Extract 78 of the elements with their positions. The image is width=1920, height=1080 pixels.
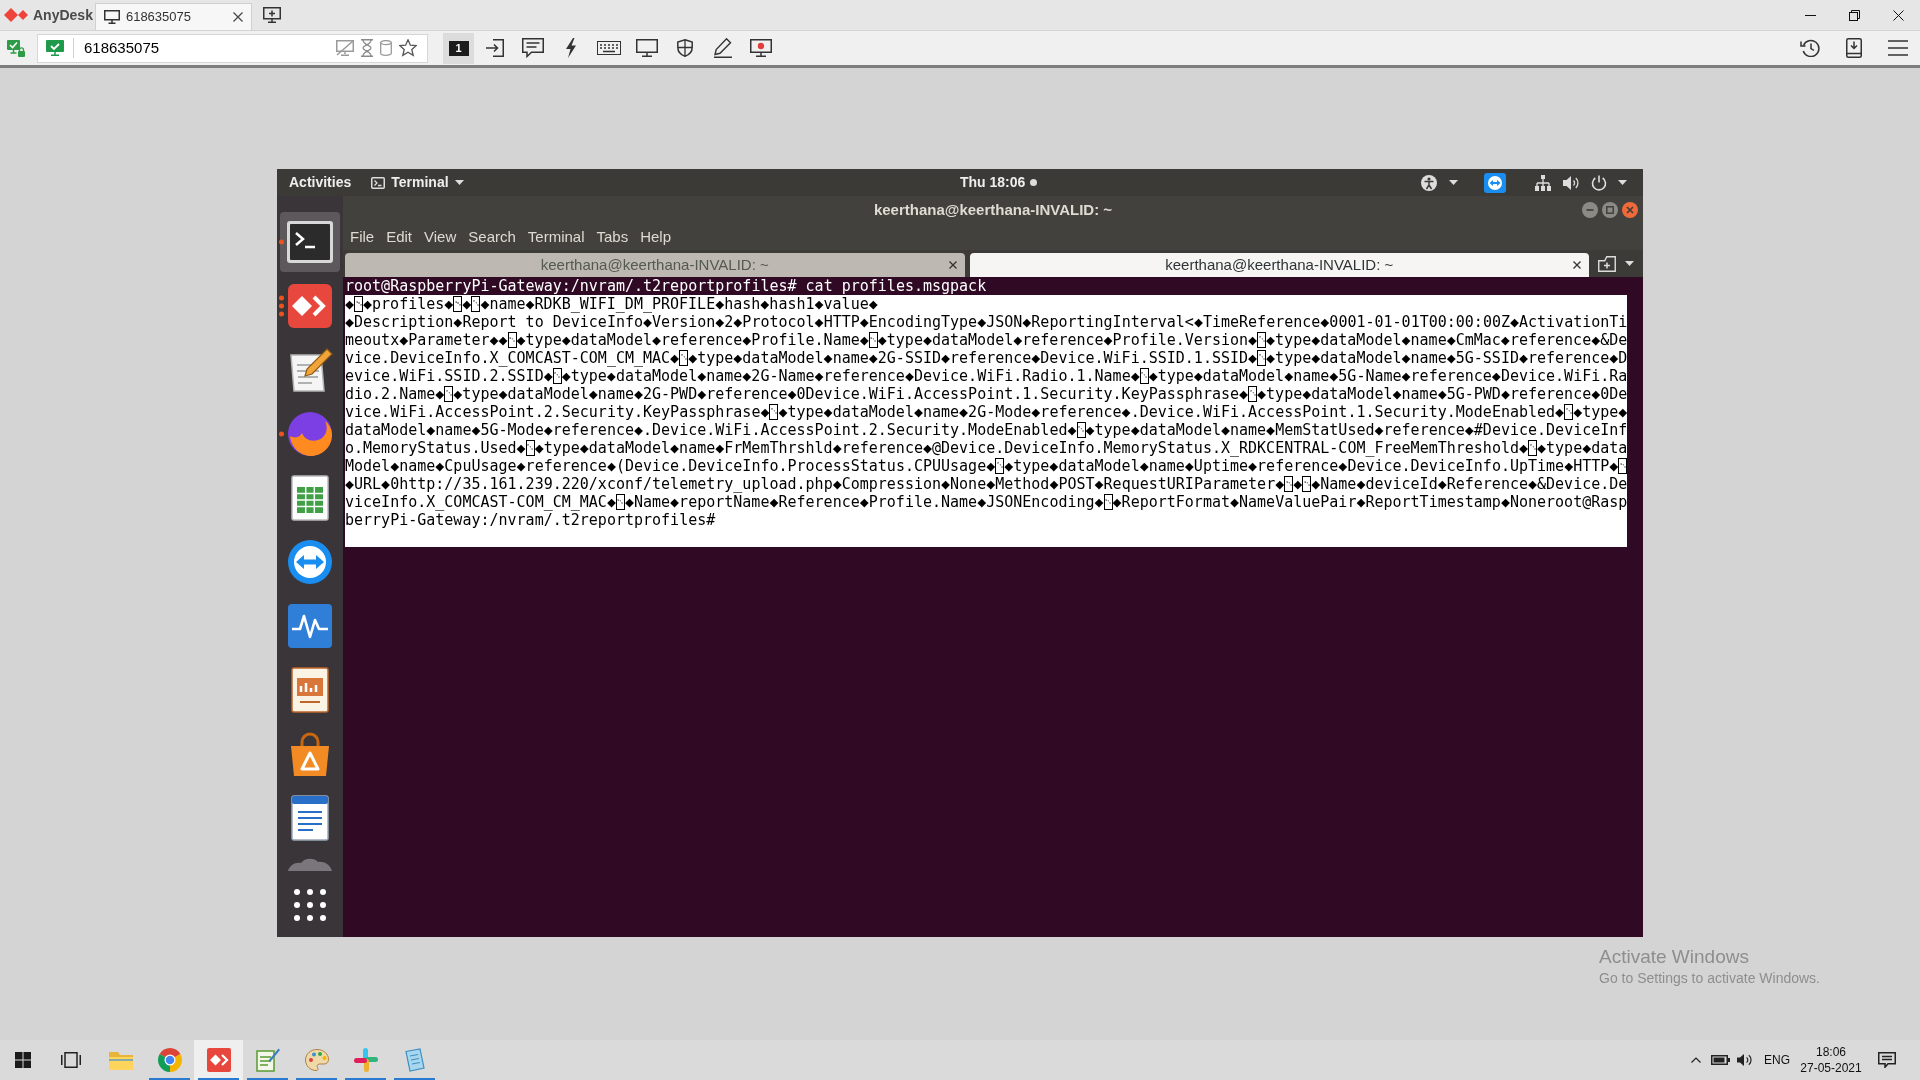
ring-logo-icon[interactable] [157, 1048, 182, 1072]
active-app-button[interactable] [194, 1040, 243, 1080]
menu-item[interactable]: Edit [386, 225, 413, 249]
diamond-logo-icon[interactable] [286, 282, 334, 330]
menu-icon[interactable] [1888, 40, 1908, 56]
terminal-tab[interactable]: keerthana@keerthana-INVALID: ~ [969, 253, 1589, 277]
close-icon[interactable] [1573, 261, 1581, 269]
arrow-into-box-icon[interactable] [486, 39, 504, 57]
display-button[interactable]: 1 [443, 32, 474, 64]
star-icon[interactable] [399, 39, 417, 57]
caret-icon[interactable] [1449, 180, 1458, 185]
date-time-menu[interactable]: Thu 18:06 [960, 172, 1038, 193]
session-tab[interactable]: 618635075 [94, 3, 252, 30]
shield-icon[interactable] [677, 39, 693, 57]
waveform-icon[interactable] [286, 602, 334, 650]
power-icon[interactable] [1591, 174, 1607, 191]
menu-item[interactable]: Search [468, 225, 516, 249]
battery-icon[interactable] [1711, 1054, 1731, 1066]
activation-title: Activate Windows [1599, 945, 1750, 969]
app-menu[interactable]: Terminal [371, 172, 464, 193]
pinwheel-icon[interactable] [353, 1048, 378, 1072]
terminal-icon[interactable] [286, 218, 334, 266]
volume-icon[interactable] [1563, 174, 1579, 191]
activities-button[interactable]: Activities [289, 172, 352, 193]
close-icon[interactable] [232, 12, 243, 22]
menu-item[interactable]: View [424, 225, 457, 249]
volume-icon[interactable] [1737, 1053, 1753, 1067]
start-icon[interactable] [15, 1052, 31, 1068]
caret-icon[interactable] [1618, 180, 1627, 185]
new-tab-icon[interactable] [1598, 255, 1616, 272]
selected-launcher[interactable] [280, 212, 340, 272]
taskbar-date[interactable]: 27-05-2021 [1800, 1060, 1862, 1076]
menu-item[interactable]: Help [640, 225, 672, 249]
network-icon[interactable] [1535, 174, 1551, 191]
monitor-icon [103, 10, 120, 24]
accessibility-icon[interactable] [1421, 174, 1437, 191]
caret-icon [454, 180, 464, 185]
maximize-icon[interactable] [1602, 202, 1618, 218]
monitor-check-icon [46, 40, 64, 56]
monitor-plus-icon[interactable] [262, 7, 281, 23]
notification-icon[interactable] [1878, 1052, 1896, 1068]
hourglass-icon[interactable] [361, 39, 373, 57]
book-download-icon[interactable] [1846, 38, 1862, 58]
activation-hint: Go to Settings to activate Windows. [1599, 969, 1820, 987]
cylinder-icon[interactable] [380, 40, 392, 56]
monitor-record-icon[interactable] [750, 39, 772, 57]
menu-item[interactable]: File [350, 225, 375, 249]
app-name: AnyDesk [33, 5, 93, 25]
flame-globe-icon[interactable] [286, 410, 334, 458]
notepad-icon[interactable] [255, 1048, 280, 1072]
menu-item[interactable]: Terminal [527, 225, 585, 249]
chevron-up-icon[interactable] [1691, 1057, 1701, 1063]
app-grid-icon[interactable] [294, 889, 326, 921]
terminal-tab[interactable]: keerthana@keerthana-INVALID: ~ [345, 253, 965, 277]
keyboard-icon[interactable] [597, 41, 621, 55]
close-icon[interactable] [948, 261, 957, 269]
language-indicator[interactable]: ENG [1764, 1051, 1790, 1069]
terminal-output: ◆␁◆profiles◆␁◆␃◆name◆RDKB_WIFI_DM_PROFILE◆hash◆hash1◆value◆ ◆Description◆Report to DeviceInfo◆Version◆2◆Protocol◆HTTP◆EncodingType◆JSON◆ReportingInterval<◆TimeReference◆0001-01-01T00:00:00Z◆ActivationTi meoutx◆Parameter◆◆␂◆type◆dataModel◆reference◆Profile.Name◆␂◆type◆dataModel◆reference◆Profile.Version◆␃◆type◆dataModel◆name◆CmMac◆reference◆&De vice.DeviceInfo.X_COMCAST-COM_CM_MAC◆␃◆type◆dataModel◆name◆2G-SSID◆reference◆Device.WiFi.SSID.1.SSID◆␃◆type◆dataModel◆name◆5G-SSID◆reference◆D evice.WiFi.SSID.2.SSID◆␃◆type◆dataModel◆name◆2G-Name◆reference◆Device.WiFi.Radio.1.Name◆␃◆type◆dataModel◆name◆5G-Name◆reference◆Device.WiFi.Ra dio.2.Name◆␃◆type◆dataModel◆name◆2G-PWD◆reference◆0Device.WiFi.AccessPoint.1.Security.KeyPassphrase◆␃◆type◆dataModel◆name◆5G-PWD◆reference◆0De vice.WiFi.AccessPoint.2.Security.KeyPassphrase◆␃◆type◆dataModel◆name◆2G-Mode◆reference◆.Device.WiFi.AccessPoint.1.Security.ModeEnabled◆␃◆type◆ dataModel◆name◆5G-Mode◆reference◆.Device.WiFi.AccessPoint.2.Security.ModeEnabled◆␃◆type◆dataModel◆name◆MemStatUsed◆reference◆#Device.DeviceInf o.MemoryStatus.Used◆␃◆type◆dataModel◆name◆FrMemThrshld◆reference◆@Device.DeviceInfo.MemoryStatus.X_RDKCENTRAL-COM_FreeMemThreshold◆␃◆type◆data Model◆name◆CpuUsage◆reference◆(Device.DeviceInfo.ProcessStatus.CPUUsage◆␃◆type◆dataModel◆name◆Uptime◆reference◆Device.DeviceInfo.UpTime◆HTTP◆␂ ◆URL◆0http://35.161.239.220/xconf/telemetry_upload.php◆Compression◆None◆Method◆POST◆RequestURIParameter◆␂◆␂◆Name◆deviceId◆Reference◆&Device.De viceInfo.X_COMCAST-COM_CM_MAC◆␂◆Name◆reportName◆Reference◆Profile.Name◆JSONEncoding◆␂◆ReportFormat◆NameValuePair◆ReportTimestamp◆Noneroot@Rasp berryPi-Gateway:/nvram/.t2reportprofiles# [345, 295, 1628, 547]
caret-icon[interactable] [1625, 261, 1634, 266]
faded-app-icon[interactable] [286, 856, 334, 872]
monitor-icon[interactable] [636, 39, 658, 57]
lightning-icon[interactable] [565, 38, 577, 58]
close-icon[interactable] [1892, 9, 1904, 21]
window-title: keerthana@keerthana-INVALID: ~ [873, 199, 1113, 220]
address-field[interactable]: 618635075 [37, 33, 428, 63]
menu-item[interactable]: Tabs [596, 225, 629, 249]
restore-icon[interactable] [1848, 9, 1860, 21]
terminal-icon [371, 176, 386, 189]
terminal-prompt: root@RaspberryPi-Gateway:/nvram/.t2reportprofiles# cat profiles.msgpack [345, 277, 987, 295]
diamond-logo-icon [4, 7, 28, 23]
minimize-icon[interactable] [1804, 14, 1816, 16]
monitor-off-icon[interactable] [336, 40, 354, 56]
taskbar-time[interactable]: 18:06 [1816, 1044, 1846, 1060]
pen-icon[interactable] [714, 38, 732, 58]
task-view-icon[interactable] [61, 1051, 81, 1069]
history-icon[interactable] [1800, 39, 1820, 57]
chat-icon[interactable] [522, 38, 544, 58]
lock-check-icon[interactable] [7, 39, 25, 57]
